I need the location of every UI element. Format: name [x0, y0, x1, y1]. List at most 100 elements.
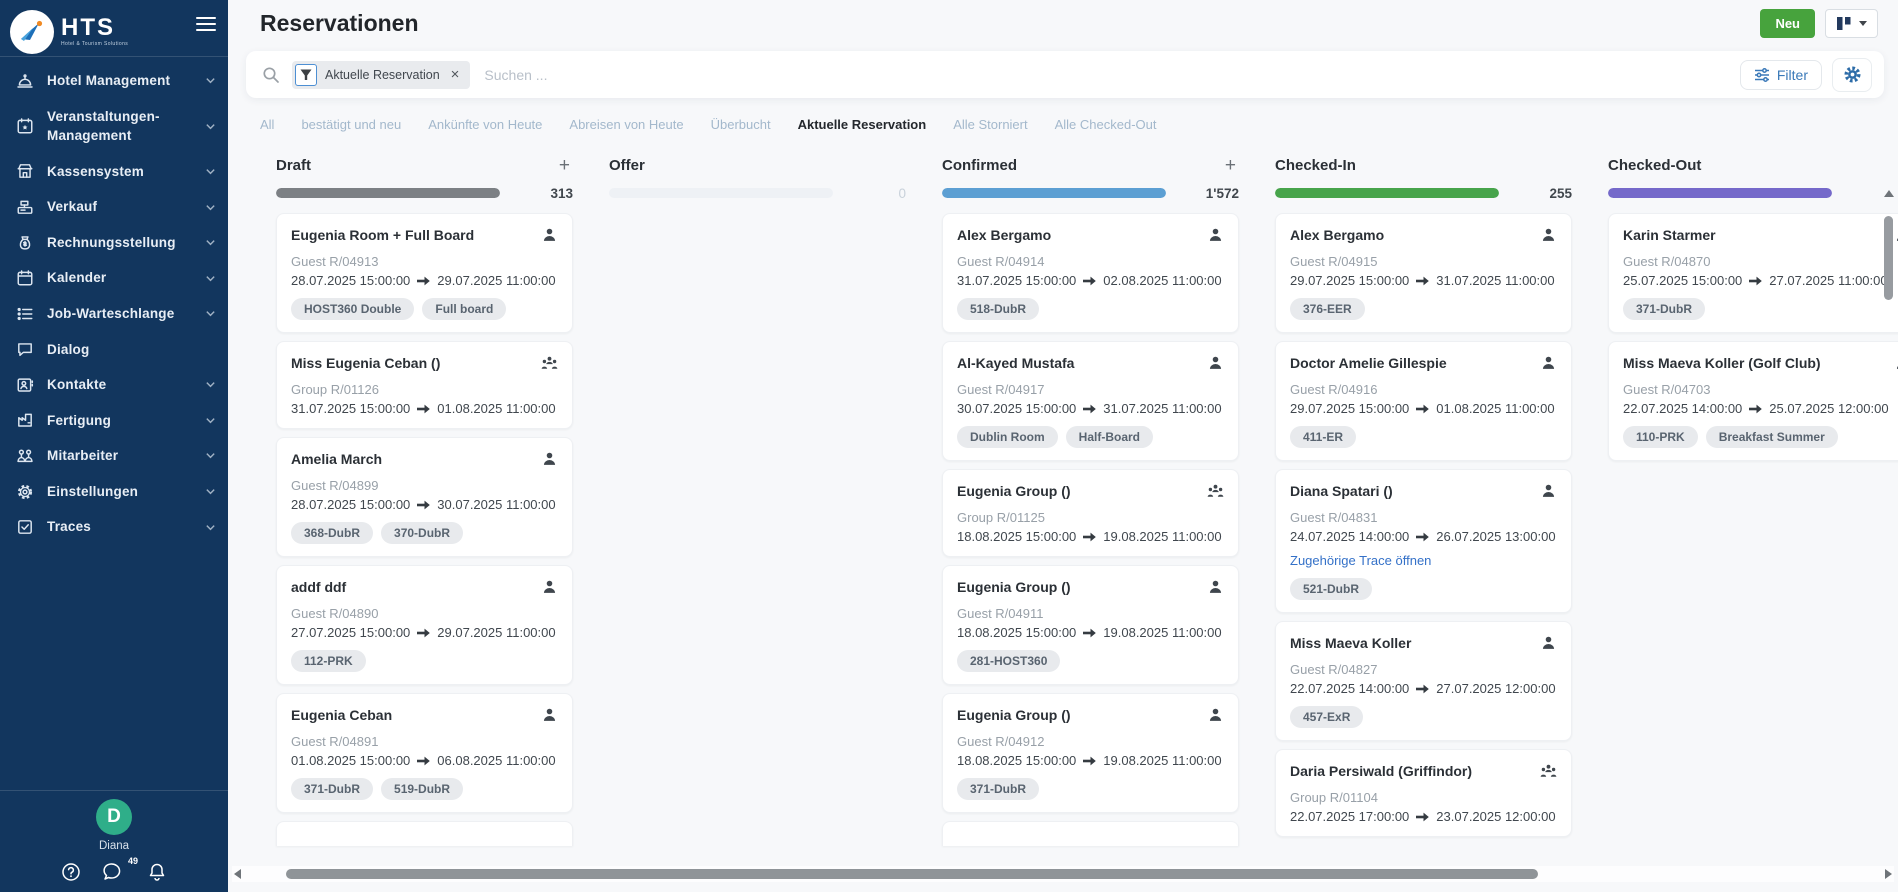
horizontal-scroll-thumb[interactable] [286, 869, 1538, 879]
vertical-scroll-thumb[interactable] [1884, 216, 1893, 300]
add-card-button[interactable]: + [556, 156, 573, 175]
horizontal-scrollbar[interactable] [232, 866, 1894, 882]
notifications-bell-icon[interactable] [147, 862, 167, 887]
sidebar-item-kalender[interactable]: Kalender [0, 260, 228, 296]
column-progress-bar [942, 188, 1166, 198]
tab-all[interactable]: All [260, 117, 274, 132]
new-button[interactable]: Neu [1760, 9, 1815, 38]
reservation-card[interactable]: Daria Persiwald (Griffindor) Group R/011… [1275, 749, 1572, 837]
tab-bestätigt-und-neu[interactable]: bestätigt und neu [301, 117, 401, 132]
sidebar-item-mitarbeiter[interactable]: Mitarbeiter [0, 438, 228, 474]
chevron-down-icon [205, 522, 216, 533]
view-switcher-button[interactable] [1825, 9, 1878, 38]
arrow-right-icon [1083, 276, 1096, 286]
reservation-card[interactable]: Doctor Amelie Gillespie Guest R/04916 29… [1275, 341, 1572, 461]
room-tag: Half-Board [1066, 426, 1153, 448]
reservation-card[interactable]: Eugenia Group () Guest R/04912 18.08.202… [942, 693, 1239, 813]
date-from: 22.07.2025 17:00:00 [1290, 809, 1409, 824]
card-title: Miss Maeva Koller [1290, 634, 1411, 652]
tab-überbucht[interactable]: Überbucht [711, 117, 771, 132]
sidebar-item-fertigung[interactable]: Fertigung [0, 403, 228, 439]
reservation-card[interactable]: Miss Eugenia Ceban () Group R/01126 31.0… [276, 341, 573, 429]
chevron-down-icon [205, 486, 216, 497]
reservation-card[interactable]: Eugenia Group () Group R/01125 18.08.202… [942, 469, 1239, 557]
sidebar-item-kassensystem[interactable]: Kassensystem [0, 154, 228, 190]
reservation-card[interactable]: Al-Kayed Mustafa Guest R/04917 30.07.202… [942, 341, 1239, 461]
chat-icon [16, 340, 34, 358]
sidebar-item-hotel-management[interactable]: Hotel Management [0, 63, 228, 99]
date-to: 29.07.2025 11:00:00 [437, 273, 555, 288]
reservation-card[interactable]: Alex Bergamo Guest R/04915 29.07.2025 15… [1275, 213, 1572, 333]
menu-toggle-icon[interactable] [196, 13, 216, 35]
tab-alle-checked-out[interactable]: Alle Checked-Out [1055, 117, 1157, 132]
tab-aktuelle-reservation[interactable]: Aktuelle Reservation [798, 117, 927, 132]
sidebar-item-label: Hotel Management [47, 71, 192, 91]
date-to: 30.07.2025 11:00:00 [437, 497, 555, 512]
sidebar-item-verkauf[interactable]: Verkauf [0, 189, 228, 225]
sidebar-item-traces[interactable]: Traces [0, 509, 228, 545]
search-input[interactable] [484, 67, 1739, 83]
help-icon[interactable] [61, 862, 81, 887]
tab-alle-storniert[interactable]: Alle Storniert [953, 117, 1027, 132]
room-tag: 518-DubR [957, 298, 1039, 320]
card-reference: Guest R/04916 [1290, 382, 1557, 397]
card-reference: Guest R/04899 [291, 478, 558, 493]
arrow-right-icon [1416, 276, 1429, 286]
scroll-up-arrow-icon[interactable] [1884, 190, 1894, 197]
app-logo[interactable]: HTS Hotel & Tourism Solutions [10, 10, 128, 54]
sidebar-item-label: Dialog [47, 340, 216, 360]
card-title: Alex Bergamo [957, 226, 1051, 244]
gear-icon [1843, 65, 1862, 84]
reservation-card[interactable]: Miss Maeva Koller Guest R/04827 22.07.20… [1275, 621, 1572, 741]
scroll-right-arrow-icon[interactable] [1885, 869, 1892, 879]
tab-abreisen-von-heute[interactable]: Abreisen von Heute [569, 117, 683, 132]
search-icon [262, 66, 280, 84]
reservation-card[interactable]: Alex Bergamo Guest R/04914 31.07.2025 15… [942, 213, 1239, 333]
card-title: Alex Bergamo [1290, 226, 1384, 244]
kanban-column-offer: Offer 0 [609, 154, 906, 213]
reservation-card[interactable]: addf ddf Guest R/04890 27.07.2025 15:00:… [276, 565, 573, 685]
sidebar-item-kontakte[interactable]: Kontakte [0, 367, 228, 403]
reservation-card[interactable]: Eugenia Group () Guest R/04911 18.08.202… [942, 565, 1239, 685]
sliders-icon [1754, 67, 1770, 83]
sidebar-item-veranstaltungen-management[interactable]: Veranstaltungen-Management [0, 99, 228, 154]
scroll-left-arrow-icon[interactable] [234, 869, 241, 879]
avatar[interactable]: D [96, 799, 132, 835]
messages-icon[interactable]: 49 [103, 862, 125, 887]
settings-gear-button[interactable] [1832, 58, 1872, 92]
arrow-right-icon [417, 404, 430, 414]
sidebar-item-dialog[interactable]: Dialog [0, 332, 228, 368]
contact-card-icon [16, 376, 34, 394]
sidebar-item-label: Kontakte [47, 375, 192, 395]
chevron-down-icon [205, 415, 216, 426]
reservation-card[interactable] [276, 821, 573, 846]
reservation-card[interactable] [942, 821, 1239, 846]
open-trace-link[interactable]: Zugehörige Trace öffnen [1290, 553, 1557, 568]
filter-button[interactable]: Filter [1740, 60, 1822, 90]
tab-ankünfte-von-heute[interactable]: Ankünfte von Heute [428, 117, 542, 132]
date-from: 22.07.2025 14:00:00 [1290, 681, 1409, 696]
column-progress-bar [1608, 188, 1832, 198]
arrow-right-icon [1083, 532, 1096, 542]
reservation-card[interactable]: Eugenia Ceban Guest R/04891 01.08.2025 1… [276, 693, 573, 813]
room-tag: 411-ER [1290, 426, 1356, 448]
reservation-card[interactable]: Amelia March Guest R/04899 28.07.2025 15… [276, 437, 573, 557]
card-dates: 28.07.2025 15:00:00 29.07.2025 11:00:00 [291, 273, 558, 288]
sidebar-item-job-warteschlange[interactable]: Job-Warteschlange [0, 296, 228, 332]
card-dates: 31.07.2025 15:00:00 02.08.2025 11:00:00 [957, 273, 1224, 288]
person-icon [1208, 355, 1223, 370]
add-card-button[interactable]: + [1222, 156, 1239, 175]
person-icon [1541, 483, 1556, 498]
date-from: 29.07.2025 15:00:00 [1290, 273, 1409, 288]
chip-close-icon[interactable]: × [448, 67, 463, 82]
vertical-scrollbar[interactable] [1881, 188, 1896, 878]
reservation-card[interactable]: Miss Maeva Koller (Golf Club) Guest R/04… [1608, 341, 1898, 461]
sidebar-item-einstellungen[interactable]: Einstellungen [0, 474, 228, 510]
reservation-card[interactable]: Eugenia Room + Full Board Guest R/04913 … [276, 213, 573, 333]
reservation-card[interactable]: Diana Spatari () Guest R/04831 24.07.202… [1275, 469, 1572, 613]
calendar-icon [16, 269, 34, 287]
reservation-card[interactable]: Karin Starmer Guest R/04870 25.07.2025 1… [1608, 213, 1898, 333]
filter-chip[interactable]: Aktuelle Reservation × [292, 61, 470, 89]
column-title: Offer [609, 157, 645, 174]
sidebar-item-rechnungsstellung[interactable]: Rechnungsstellung [0, 225, 228, 261]
